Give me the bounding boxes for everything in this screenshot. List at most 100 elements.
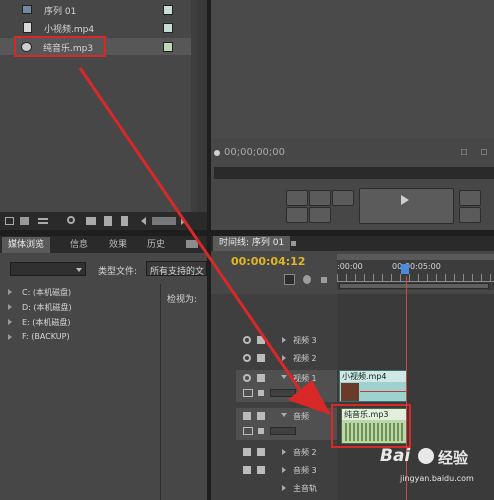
track-label: 音频 [293, 412, 309, 421]
project-panel: 序列 01 小视频.mp4 纯音乐.mp3 [0, 0, 197, 212]
keyframe-nav[interactable] [270, 427, 296, 435]
tab-info[interactable]: 信息 [64, 237, 94, 253]
expand-track-icon[interactable] [282, 449, 286, 455]
clip-name: 小视频.mp4 [340, 371, 406, 382]
new-bin-icon[interactable] [86, 217, 96, 225]
track-master[interactable]: 主音轨 [241, 482, 337, 495]
track-video-3[interactable]: 视频 3 [241, 334, 337, 347]
clip-thumbnail [341, 383, 359, 401]
lock-icon[interactable] [257, 448, 265, 456]
lock-icon[interactable] [257, 412, 265, 420]
lock-icon[interactable] [257, 336, 265, 344]
drive-item[interactable]: F: (BACKUP) [0, 331, 160, 345]
eye-icon[interactable] [243, 354, 251, 362]
track-label: 视频 2 [293, 354, 317, 363]
step-back-button[interactable] [286, 190, 308, 206]
collapse-track-icon[interactable] [281, 413, 287, 417]
audio-item-highlight [14, 36, 106, 57]
expand-track-icon[interactable] [282, 337, 286, 343]
track-video-2[interactable]: 视频 2 [241, 352, 337, 365]
lock-icon[interactable] [257, 354, 265, 362]
trim-button[interactable] [459, 207, 481, 223]
expand-track-icon[interactable] [282, 485, 286, 491]
drive-item[interactable]: C: (本机磁盘) [0, 286, 160, 300]
automate-icon[interactable] [38, 218, 48, 224]
eye-icon[interactable] [243, 336, 251, 344]
speaker-icon[interactable] [243, 448, 251, 456]
eye-icon[interactable] [243, 374, 251, 382]
speaker-icon[interactable] [243, 412, 251, 420]
tab-close-icon[interactable] [291, 241, 296, 246]
type-filter-select[interactable]: 所有支持的文 [146, 261, 207, 276]
playhead-dot-icon [214, 150, 220, 156]
speaker-icon[interactable] [243, 466, 251, 474]
expand-arrow-icon[interactable] [8, 304, 12, 310]
expand-arrow-icon[interactable] [8, 319, 12, 325]
mark-in-button[interactable] [309, 190, 331, 206]
expand-track-icon[interactable] [282, 355, 286, 361]
type-filter-label: 类型文件: [98, 267, 138, 277]
browser-splitter[interactable] [160, 284, 161, 500]
export-frame-button[interactable] [459, 190, 481, 206]
keyframe-toggle-icon[interactable] [258, 390, 264, 396]
drive-label: F: (BACKUP) [22, 332, 70, 341]
track-label: 视频 1 [293, 374, 317, 383]
transport-controls[interactable] [359, 188, 454, 224]
zoom-scroller[interactable] [339, 283, 489, 289]
keyframe-nav[interactable] [270, 389, 296, 397]
icon-view-icon[interactable] [20, 217, 29, 225]
waveform-display-icon[interactable] [243, 427, 253, 435]
media-browser-tabbar: 媒体浏览 信息 效果 历史 [0, 236, 207, 253]
keyframe-toggle-icon[interactable] [258, 428, 264, 434]
track-audio-1[interactable]: 音频 [236, 408, 337, 440]
project-item-video[interactable]: 小视频.mp4 [0, 20, 196, 36]
project-scrollbar[interactable] [191, 0, 197, 212]
work-area-bar[interactable] [337, 254, 494, 260]
search-icon[interactable] [67, 216, 75, 224]
snap-icon[interactable] [284, 274, 295, 285]
panel-close-icon[interactable] [186, 240, 198, 248]
track-video-1[interactable]: 视频 1 [236, 370, 337, 402]
display-style-icon[interactable] [243, 389, 253, 397]
fit-icon[interactable] [481, 149, 487, 155]
delete-icon[interactable] [121, 216, 128, 226]
tab-timeline[interactable]: 时间线: 序列 01 [213, 236, 291, 251]
monitor-video-area [211, 0, 494, 138]
timeline-ruler[interactable]: :00:00 00:00:05:00 [337, 254, 494, 290]
lift-button[interactable] [286, 207, 308, 223]
list-view-icon[interactable] [5, 217, 14, 225]
tab-history[interactable]: 历史 [141, 237, 171, 253]
collapse-track-icon[interactable] [281, 375, 287, 379]
location-dropdown[interactable] [10, 262, 86, 276]
keyframe-icon[interactable] [321, 277, 327, 283]
watermark-brand: Bai [380, 446, 411, 466]
drive-item[interactable]: D: (本机磁盘) [0, 301, 160, 315]
horizontal-scrollbar[interactable] [152, 217, 176, 225]
drive-label: C: (本机磁盘) [22, 288, 72, 297]
video-clip[interactable]: 小视频.mp4 [339, 370, 407, 402]
watermark: Bai 经验 jingyan.baidu.com [380, 446, 492, 498]
expand-arrow-icon[interactable] [8, 334, 12, 340]
monitor-scrubber[interactable] [214, 167, 494, 179]
project-item-sequence[interactable]: 序列 01 [0, 2, 196, 18]
extract-button[interactable] [309, 207, 331, 223]
expand-track-icon[interactable] [282, 467, 286, 473]
track-audio-2[interactable]: 音频 2 [241, 446, 337, 459]
track-audio-3[interactable]: 音频 3 [241, 464, 337, 477]
scroll-left-icon[interactable] [141, 217, 146, 225]
zoom-icon[interactable] [461, 149, 467, 155]
tab-effects[interactable]: 效果 [103, 237, 133, 253]
new-item-icon[interactable] [104, 216, 112, 226]
playhead-marker-icon[interactable] [401, 264, 409, 274]
drive-item[interactable]: E: (本机磁盘) [0, 316, 160, 330]
lock-icon[interactable] [257, 374, 265, 382]
scroll-right-icon[interactable] [181, 217, 186, 225]
marker-icon[interactable] [303, 275, 311, 284]
lock-icon[interactable] [257, 466, 265, 474]
play-icon[interactable] [401, 195, 409, 205]
paw-logo-icon [418, 448, 434, 464]
timeline-timecode[interactable]: 00:00:04:12 [231, 255, 305, 268]
expand-arrow-icon[interactable] [8, 289, 12, 295]
mark-out-button[interactable] [332, 190, 354, 206]
tab-media-browser[interactable]: 媒体浏览 [2, 237, 51, 253]
